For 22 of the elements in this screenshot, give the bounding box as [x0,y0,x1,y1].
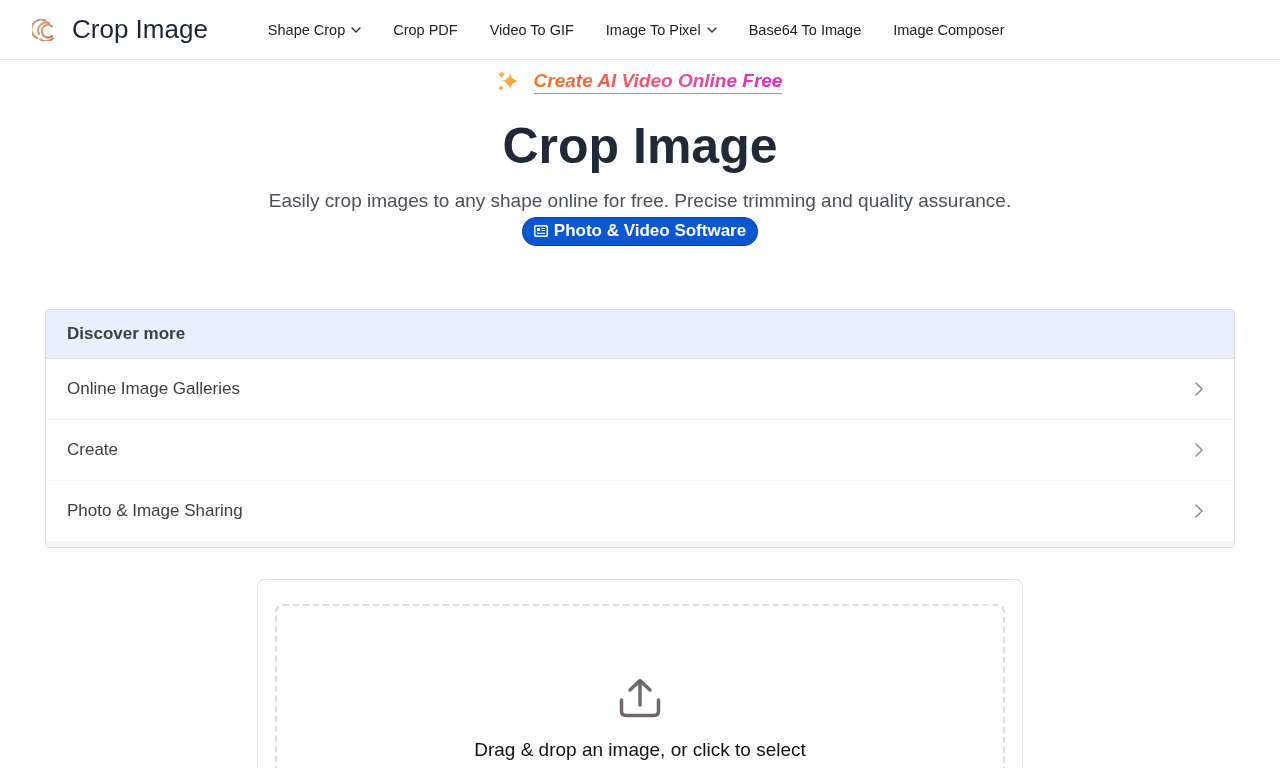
logo-icon [32,18,56,41]
nav-link[interactable]: Base64 To Image [748,21,862,38]
page-subtitle: Easily crop images to any shape online for free. Precise trimming and quality assurance. [267,190,1013,213]
nav-link[interactable]: Shape Crop [267,21,362,38]
discover-header: Discover more [46,309,1234,359]
category-chip[interactable]: Photo & Video Software [521,216,759,246]
nav-link[interactable]: Crop PDF [393,21,458,38]
upload-icon [619,677,661,718]
discover-link[interactable]: Online Image Galleries [46,358,1234,420]
chevron-right-icon [1195,503,1203,518]
document-icon [533,224,548,237]
upload-prompt: Drag & drop an image, or click to select [474,738,806,761]
nav-link[interactable]: Image Composer [893,21,1005,38]
discover-link[interactable]: Create [46,419,1234,481]
chevron-right-icon [1195,381,1203,396]
page-title: Crop Image [501,117,779,176]
discover-link[interactable]: Photo & Image Sharing [46,480,1234,541]
nav-link[interactable]: Image To Pixel [605,21,717,38]
chevron-right-icon [1195,442,1203,457]
nav-link[interactable]: Video To GIF [489,21,574,38]
logo-link[interactable]: Crop Image [32,14,208,45]
drop-zone[interactable]: Drag & drop an image, or click to select [275,603,1005,768]
